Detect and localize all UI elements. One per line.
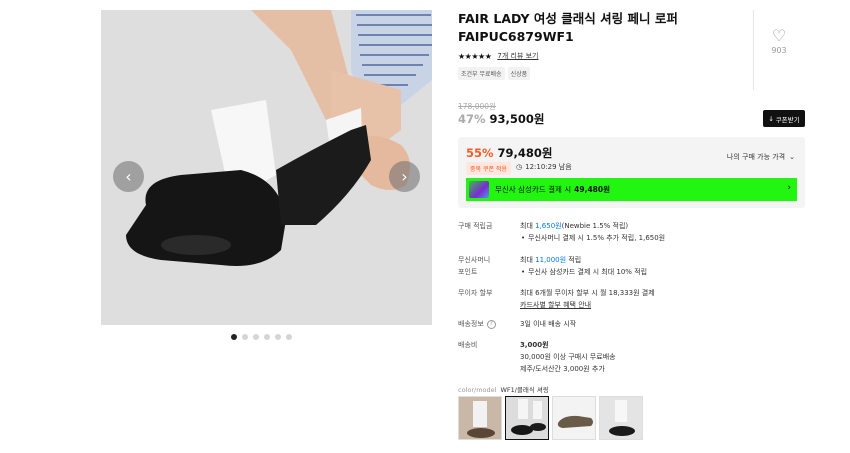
shipping-label: 배송비 — [458, 341, 478, 349]
coupon-download-button[interactable]: ↓ 쿠폰받기 — [763, 110, 805, 127]
like-count: 903 — [771, 46, 787, 55]
product-title: FAIR LADY 여성 클래식 셔링 페니 로퍼 FAIPUC6879WF1 — [458, 11, 678, 44]
sale-price: 93,500원 — [489, 112, 545, 126]
color-label-value: WF1/클래식 셔링 — [500, 386, 549, 394]
star-rating-icon: ★★★★★ — [458, 51, 492, 61]
best-price-row: 55% 79,480원 — [466, 145, 553, 161]
like-button[interactable]: ♡ 903 — [764, 26, 794, 56]
product-image-gallery: ‹ › — [101, 10, 432, 325]
coupon-button-label: 쿠폰받기 — [775, 115, 800, 124]
points-bullet: 무신사머니 결제 시 1.5% 추가 적립, 1,650원 — [520, 232, 780, 244]
shipping-extra: 제주/도서산간 3,000원 추가 — [520, 365, 605, 373]
color-label: color/model WF1/클래식 셔링 — [458, 384, 549, 394]
money-content: 최대 11,000원 적립 무신사 삼성카드 결제 시 최대 10% 적립 — [520, 254, 780, 278]
points-label: 구매 적립금 — [458, 222, 493, 230]
card-promo-banner[interactable]: 무신사 삼성카드 결제 시 49,480원 › — [466, 178, 797, 201]
card-image — [469, 181, 489, 198]
gallery-dot[interactable] — [275, 334, 281, 340]
max-benefit-box: 55% 79,480원 나의 구매 가능 가격 ⌄ 중복 쿠폰 적용 ◷ 12:… — [458, 137, 805, 208]
heart-icon: ♡ — [771, 26, 787, 45]
installment-content: 최대 6개월 무이자 할부 시 월 18,333원 결제 카드사별 할부 혜택 … — [520, 287, 780, 311]
badge-new: 신상품 — [507, 67, 531, 80]
badge-list: 조건부 무료배송 신상품 — [458, 67, 531, 80]
rating: ★★★★★ 7개 리뷰 보기 — [458, 51, 538, 61]
money-value: 11,000원 — [535, 256, 567, 264]
best-discount-rate: 55% — [466, 146, 494, 160]
help-icon[interactable]: ? — [486, 319, 496, 329]
divider — [753, 10, 754, 90]
color-thumbnails — [458, 396, 643, 440]
color-thumbnail-3[interactable] — [552, 396, 596, 440]
shipping-content: 3,000원 30,000원 이상 구매시 무료배송 제주/도서산간 3,000… — [520, 339, 780, 375]
shipping-fee: 3,000원 — [520, 341, 549, 349]
installment-link[interactable]: 카드사별 할부 혜택 안내 — [520, 299, 780, 311]
color-thumbnail-4[interactable] — [599, 396, 643, 440]
gallery-dot[interactable] — [286, 334, 292, 340]
gallery-dot[interactable] — [231, 334, 237, 340]
gallery-prev-button[interactable]: ‹ — [113, 161, 144, 192]
color-thumbnail-1[interactable] — [458, 396, 502, 440]
points-prefix: 최대 — [520, 222, 533, 230]
card-promo-price: 49,480원 — [574, 185, 610, 194]
installment-text: 최대 6개월 무이자 할부 시 월 18,333원 결제 — [520, 289, 655, 297]
delivery-label: 배송정보? — [458, 318, 518, 330]
color-thumbnail-2[interactable] — [505, 396, 549, 440]
delivery-value: 3일 이내 배송 시작 — [520, 320, 577, 328]
gallery-dot[interactable] — [264, 334, 270, 340]
gallery-pagination — [231, 334, 292, 340]
chevron-right-icon: › — [787, 183, 791, 193]
clock-icon: ◷ — [516, 163, 523, 171]
duplicate-coupon-badge: 중복 쿠폰 적용 — [466, 162, 511, 175]
product-photo — [101, 10, 432, 325]
chevron-down-icon: ⌄ — [789, 153, 795, 161]
gallery-next-button[interactable]: › — [389, 161, 420, 192]
my-price-label: 나의 구매 가능 가격 — [726, 153, 786, 161]
card-promo-text: 무신사 삼성카드 결제 시 — [495, 185, 572, 194]
delivery-label-text: 배송정보 — [458, 320, 484, 328]
gallery-dot[interactable] — [253, 334, 259, 340]
countdown-timer: ◷ 12:10:29 남음 — [516, 162, 572, 172]
shipping-free-condition: 30,000원 이상 구매시 무료배송 — [520, 353, 616, 361]
my-price-toggle[interactable]: 나의 구매 가능 가격 ⌄ — [727, 152, 795, 162]
best-price: 79,480원 — [497, 146, 553, 160]
money-label: 무신사머니 포인트 — [458, 254, 518, 278]
money-label-line2: 포인트 — [458, 268, 478, 276]
discount-rate: 47% — [458, 112, 486, 126]
review-link[interactable]: 7개 리뷰 보기 — [497, 51, 538, 61]
points-content: 최대 1,650원(Newbie 1.5% 적립) 무신사머니 결제 시 1.5… — [520, 220, 780, 244]
badge-free-shipping: 조건부 무료배송 — [458, 67, 505, 80]
installment-label: 무이자 할부 — [458, 289, 493, 297]
download-icon: ↓ — [768, 114, 774, 123]
gallery-dot[interactable] — [242, 334, 248, 340]
points-suffix: (Newbie 1.5% 적립) — [561, 222, 629, 230]
color-label-key: color/model — [458, 386, 497, 394]
money-suffix: 적립 — [568, 256, 582, 264]
money-bullet: 무신사 삼성카드 결제 시 최대 10% 적립 — [520, 266, 780, 278]
money-label-line1: 무신사머니 — [458, 256, 491, 264]
timer-text: 12:10:29 남음 — [525, 163, 572, 171]
points-value: 1,650원 — [535, 222, 562, 230]
money-prefix: 최대 — [520, 256, 533, 264]
sale-price-row: 47% 93,500원 — [458, 111, 545, 127]
